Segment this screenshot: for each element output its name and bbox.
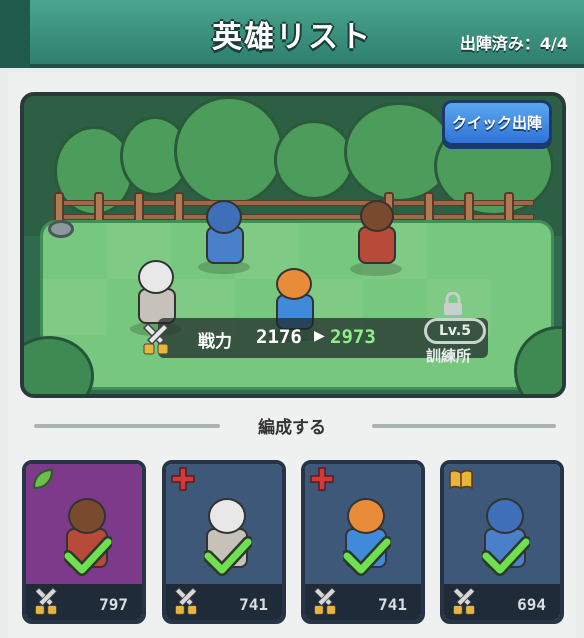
quick-deploy-button[interactable]: クイック出陣 (442, 100, 552, 146)
hero-head (276, 268, 312, 300)
header-bar: 英雄リスト 出陣済み：4/4 (0, 0, 584, 68)
hero-head (138, 260, 174, 294)
lock-icon (444, 292, 462, 315)
power-next: 2973 (330, 326, 376, 348)
facility-level: Lv.5 (424, 318, 486, 344)
check-icon (64, 536, 112, 576)
field-tile (43, 279, 107, 335)
card-power: 797 (99, 595, 128, 614)
hero-head (486, 498, 524, 534)
deployed-count: 出陣済み：4/4 (459, 34, 568, 53)
hero-head (206, 200, 242, 234)
rock (48, 220, 74, 238)
hero-card[interactable]: 694 (440, 460, 564, 624)
leaf-icon (32, 468, 54, 490)
tree (174, 96, 284, 206)
swords-icon (142, 324, 170, 355)
fence-rail (54, 200, 534, 206)
hero-head (68, 498, 106, 534)
hero-card[interactable]: 741 (301, 460, 425, 624)
arrow-right-icon: ▶ (314, 328, 325, 344)
hero-head (347, 498, 385, 534)
red-cross-icon (171, 467, 195, 491)
hero-head (360, 200, 394, 232)
red-cross-icon (310, 467, 334, 491)
power-label: 戦力 (198, 332, 232, 352)
card-power: 694 (517, 595, 546, 614)
check-icon (343, 536, 391, 576)
divider-right (372, 424, 556, 428)
hero-fighter[interactable] (346, 196, 406, 276)
hero-card[interactable]: 797 (22, 460, 146, 624)
hero-shadow (350, 262, 402, 276)
book-icon (449, 469, 473, 490)
tree (274, 120, 354, 200)
swords-icon (174, 588, 198, 615)
card-power: 741 (239, 595, 268, 614)
hero-priest[interactable] (194, 196, 254, 276)
swords-icon (313, 588, 337, 615)
swords-icon (452, 588, 476, 615)
swords-icon (34, 588, 58, 615)
card-power: 741 (378, 595, 407, 614)
facility-name: 訓練所 (426, 347, 472, 365)
check-icon (482, 536, 530, 576)
hero-head (208, 498, 246, 534)
check-icon (204, 536, 252, 576)
hero-card[interactable]: 741 (162, 460, 286, 624)
power-current: 2176 (256, 326, 302, 348)
